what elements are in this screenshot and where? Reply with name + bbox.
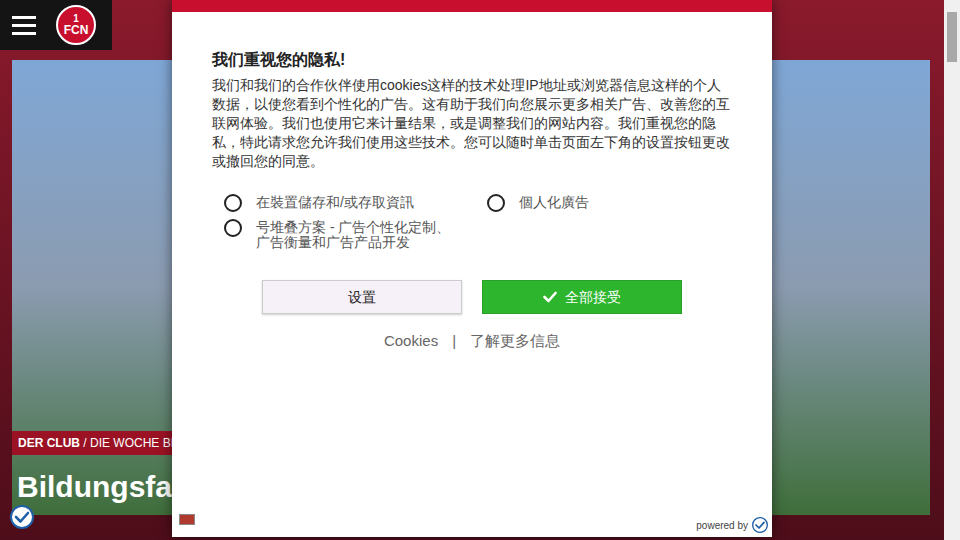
settings-button[interactable]: 设置 [262, 280, 462, 314]
scrollbar-thumb[interactable] [947, 12, 957, 62]
consent-option[interactable]: 号堆叠方案 - 广告个性化定制、广告衡量和广告产品开发 [224, 218, 487, 250]
option-toggle[interactable] [224, 219, 242, 237]
button-label: 全部接受 [565, 287, 621, 308]
consent-shield-icon [10, 505, 34, 529]
more-info-link[interactable]: 了解更多信息 [470, 330, 560, 353]
logo-bottom: FCN [64, 24, 89, 36]
button-label: 设置 [348, 287, 376, 308]
page: 1FCNDER CLUB / DIE WOCHE BEIBildungsfal我… [0, 0, 960, 540]
hero-kicker[interactable]: DER CLUB / DIE WOCHE BEI [12, 431, 188, 455]
menu-line [12, 24, 36, 27]
consent-buttons: 设置 全部接受 [212, 280, 732, 314]
provider-shield-icon [752, 517, 768, 533]
option-label: 個人化廣告 [519, 193, 719, 210]
consent-links: Cookies | 了解更多信息 [212, 330, 732, 353]
scrollbar[interactable] [944, 0, 960, 540]
consent-badge[interactable] [10, 505, 34, 529]
option-label: 在裝置儲存和/或存取資訊 [256, 193, 456, 210]
consent-option[interactable]: 個人化廣告 [487, 193, 732, 212]
option-toggle[interactable] [487, 194, 505, 212]
option-toggle[interactable] [224, 194, 242, 212]
consent-options: 在裝置儲存和/或存取資訊 個人化廣告号堆叠方案 - 广告个性化定制、广告衡量和广告… [212, 193, 732, 250]
consent-dialog: 我们重视您的隐私! 我们和我们的合作伙伴使用cookies这样的技术处理IP地址或… [172, 0, 772, 537]
kicker-rest: / DIE WOCHE BEI [80, 436, 182, 450]
cookies-link[interactable]: Cookies [384, 330, 438, 353]
consent-option[interactable]: 在裝置儲存和/或存取資訊 [224, 193, 487, 212]
consent-title: 我们重视您的隐私! [212, 48, 732, 72]
menu-line [12, 16, 36, 19]
language-flag-icon[interactable] [179, 514, 195, 525]
link-separator: | [452, 330, 456, 353]
check-icon [543, 291, 557, 303]
powered-by-label: powered by [696, 518, 748, 533]
accept-all-button[interactable]: 全部接受 [482, 280, 682, 314]
club-logo[interactable]: 1FCN [56, 5, 96, 45]
powered-by[interactable]: powered by [696, 517, 768, 533]
logo-top: 1 [73, 14, 79, 24]
menu-line [12, 32, 36, 35]
consent-text: 我们和我们的合作伙伴使用cookies这样的技术处理IP地址或浏览器信息这样的个… [212, 76, 732, 171]
header-bar: 1FCN [0, 0, 112, 50]
kicker-section: DER CLUB [18, 436, 80, 450]
option-label: 号堆叠方案 - 广告个性化定制、广告衡量和广告产品开发 [256, 218, 456, 250]
menu-button[interactable] [12, 16, 36, 35]
hero-caption: DER CLUB / DIE WOCHE BEI Bildungsfal [12, 431, 188, 505]
hero-title[interactable]: Bildungsfal [12, 469, 180, 505]
